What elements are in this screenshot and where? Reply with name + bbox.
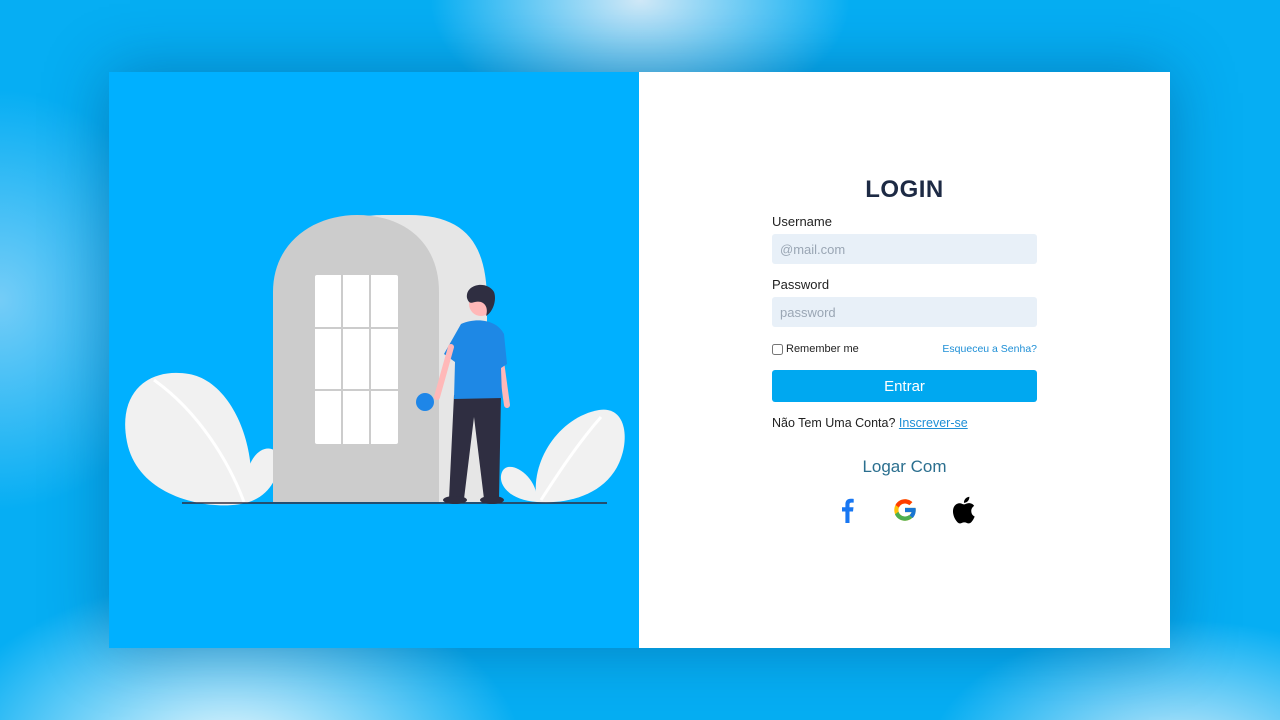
signup-prompt: Não Tem Uma Conta? [772, 416, 896, 430]
signup-row: Não Tem Uma Conta? Inscrever-se [772, 416, 1037, 430]
social-login-buttons [772, 495, 1037, 525]
facebook-icon[interactable] [832, 495, 862, 525]
plant-right-illustration [500, 409, 625, 503]
remember-me[interactable]: Remember me [772, 343, 859, 355]
social-login-title: Logar Com [862, 457, 947, 476]
username-input[interactable] [772, 234, 1037, 264]
remember-row: Remember me Esqueceu a Senha? [772, 342, 1037, 356]
page-title: LOGIN [865, 176, 944, 203]
forgot-password-link[interactable]: Esqueceu a Senha? [942, 343, 1037, 355]
login-form: LOGIN Username Password Remember me Esqu… [772, 176, 1037, 525]
apple-icon[interactable] [948, 495, 978, 525]
door-illustration-body [273, 215, 439, 502]
signup-link[interactable]: Inscrever-se [899, 416, 968, 430]
remember-label: Remember me [786, 343, 859, 355]
illustration-panel [109, 72, 639, 648]
password-label: Password [772, 277, 830, 292]
login-panel: LOGIN Username Password Remember me Esqu… [639, 72, 1170, 648]
door-illustration [125, 215, 625, 506]
login-button[interactable]: Entrar [772, 370, 1037, 402]
plant-left-illustration [125, 372, 279, 506]
google-icon[interactable] [890, 495, 920, 525]
remember-checkbox[interactable] [772, 343, 783, 355]
password-input[interactable] [772, 297, 1037, 327]
username-label: Username [772, 214, 832, 229]
login-card: LOGIN Username Password Remember me Esqu… [109, 72, 1170, 648]
